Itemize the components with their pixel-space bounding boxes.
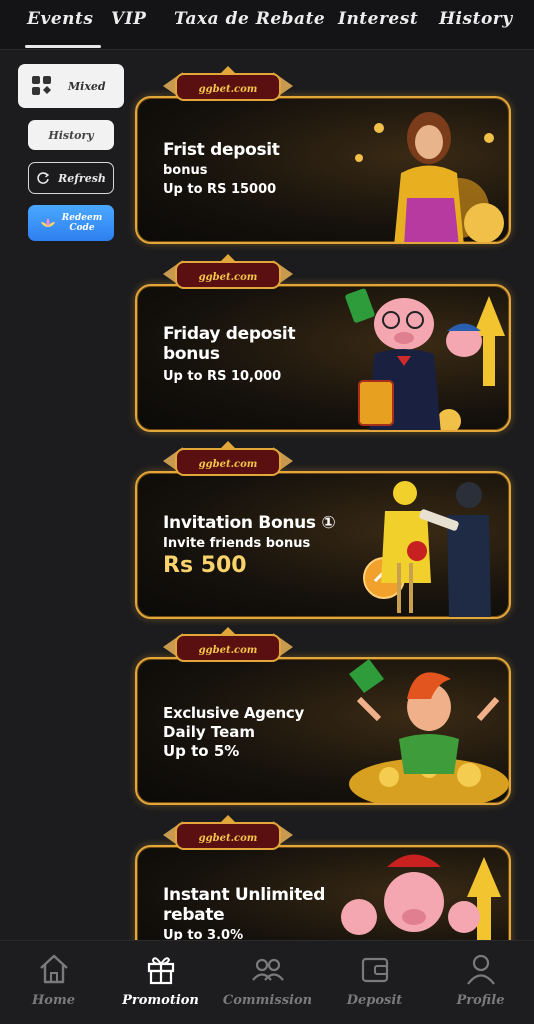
tab-vip[interactable]: VIP xyxy=(111,9,146,29)
badge-text: ggbet.com xyxy=(199,459,258,470)
tab-interest[interactable]: Interest xyxy=(338,9,418,29)
promo-line: Up to RS 15000 xyxy=(163,182,277,197)
promo-line: bonus xyxy=(163,163,208,178)
nav-home-label: Home xyxy=(32,993,75,1008)
nav-commission[interactable]: Commission xyxy=(214,941,321,1024)
ggbet-badge: ggbet.com xyxy=(163,441,293,476)
users-icon xyxy=(251,958,284,981)
ggbet-badge: ggbet.com xyxy=(163,254,293,289)
promo-card-first-deposit[interactable]: Frist deposit bonus Up to RS 15000 xyxy=(135,96,511,244)
badge-text: ggbet.com xyxy=(199,272,258,283)
person-icon xyxy=(466,954,495,985)
promo-title: Exclusive Agency xyxy=(163,704,304,722)
ggbet-badge: ggbet.com xyxy=(163,66,293,101)
lotus-icon xyxy=(40,218,55,227)
promo-amount: Rs 500 xyxy=(163,553,247,578)
tab-taxa-de-rebate[interactable]: Taxa de Rebate xyxy=(174,9,325,29)
pig-banker-illustration xyxy=(345,288,505,430)
gift-icon xyxy=(147,957,174,985)
redeem-label-line2: Code xyxy=(69,223,95,233)
cricket-players-illustration xyxy=(363,481,491,617)
promo-title: Frist deposit xyxy=(163,140,280,160)
bottom-navigation: Home Promotion Commission Deposit Profil… xyxy=(0,940,534,1024)
lady-with-coins-illustration xyxy=(355,112,504,242)
promo-line: Up to 5% xyxy=(163,742,240,760)
refresh-icon xyxy=(37,172,50,184)
promo-card-friday-deposit[interactable]: Friday deposit bonus Up to RS 10,000 xyxy=(135,284,511,432)
refresh-label: Refresh xyxy=(58,171,106,185)
nav-profile[interactable]: Profile xyxy=(427,941,534,1024)
side-item-mixed[interactable]: Mixed xyxy=(18,64,124,108)
nav-promotion-label: Promotion xyxy=(122,993,199,1008)
nav-profile-label: Profile xyxy=(456,993,505,1008)
home-icon xyxy=(39,954,68,984)
promo-line: Up to RS 10,000 xyxy=(163,369,282,384)
refresh-button[interactable]: Refresh xyxy=(28,162,114,194)
promo-title: Friday deposit bonus xyxy=(163,324,296,364)
nav-commission-label: Commission xyxy=(222,993,313,1008)
promo-line: Invite friends bonus xyxy=(163,536,311,551)
ggbet-badge: ggbet.com xyxy=(163,627,293,662)
wallet-icon xyxy=(361,957,388,983)
redeem-label-line1: Redeem xyxy=(61,213,103,223)
promo-title: Instant Unlimited rebate xyxy=(163,885,326,925)
leprechaun-illustration xyxy=(349,659,509,803)
badge-text: ggbet.com xyxy=(199,84,258,95)
promo-card-invitation-bonus[interactable]: Invitation Bonus ① Invite friends bonus … xyxy=(135,471,511,619)
ggbet-badge: ggbet.com xyxy=(163,815,293,850)
redeem-code-button[interactable]: Redeem Code xyxy=(28,205,114,241)
tab-events[interactable]: Events xyxy=(24,9,102,48)
games-grid-icon xyxy=(32,76,51,95)
promo-line: Daily Team xyxy=(163,723,256,741)
nav-deposit-label: Deposit xyxy=(346,993,403,1008)
badge-text: ggbet.com xyxy=(199,645,258,656)
nav-promotion[interactable]: Promotion xyxy=(107,941,214,1024)
side-item-mixed-label: Mixed xyxy=(68,79,106,93)
badge-text: ggbet.com xyxy=(199,833,258,844)
nav-home[interactable]: Home xyxy=(0,941,107,1024)
top-tab-bar: Events VIP Taxa de Rebate Interest Histo… xyxy=(0,0,534,50)
tab-history[interactable]: History xyxy=(439,9,513,29)
side-item-history[interactable]: History xyxy=(28,120,114,150)
promo-card-exclusive-agency[interactable]: Exclusive Agency Daily Team Up to 5% xyxy=(135,657,511,805)
nav-deposit[interactable]: Deposit xyxy=(321,941,428,1024)
promo-title: Invitation Bonus ① xyxy=(163,513,336,533)
